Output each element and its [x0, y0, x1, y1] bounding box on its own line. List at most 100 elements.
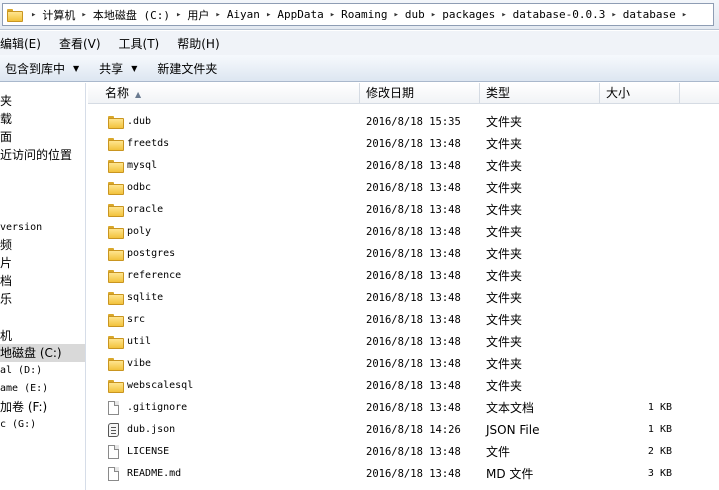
breadcrumb-item[interactable]: ▸ 用户: [170, 7, 209, 23]
file-row[interactable]: sqlite 2016/8/18 13:48 文件夹: [88, 287, 719, 309]
file-row[interactable]: webscalesql 2016/8/18 13:48 文件夹: [88, 375, 719, 397]
folder-icon: [108, 292, 124, 305]
file-modified-date: 2016/8/18 13:48: [366, 160, 461, 172]
column-header-date[interactable]: 修改日期: [360, 83, 480, 104]
breadcrumb: ▸ 计算机 ▸ 本地磁盘 (C:) ▸ 用户 ▸ Aiyan ▸ AppData ▸ Roaming ▸…: [25, 7, 693, 23]
chevron-right-icon[interactable]: ▸: [31, 10, 36, 20]
chevron-right-icon[interactable]: ▸: [611, 10, 616, 20]
include-in-library-label: 包含到库中: [5, 61, 66, 76]
breadcrumb-item[interactable]: ▸ packages: [425, 8, 495, 21]
file-modified-date: 2016/8/18 13:48: [366, 182, 461, 194]
folder-icon: [108, 226, 124, 239]
file-row[interactable]: .dub 2016/8/18 15:35 文件夹: [88, 111, 719, 133]
file-modified-date: 2016/8/18 13:48: [366, 292, 461, 304]
breadcrumb-item[interactable]: ▸ database: [605, 8, 675, 21]
file-modified-date: 2016/8/18 13:48: [366, 314, 461, 326]
nav-item-drive-e[interactable]: ame (E:): [0, 380, 48, 398]
chevron-right-icon[interactable]: ▸: [394, 10, 399, 20]
chevron-right-icon[interactable]: ▸: [431, 10, 436, 20]
breadcrumb-label: 计算机: [42, 8, 76, 22]
file-modified-date: 2016/8/18 13:48: [366, 380, 461, 392]
file-size: [600, 265, 672, 287]
menu-view[interactable]: 查看(V): [59, 35, 101, 52]
column-header-type[interactable]: 类型: [480, 83, 600, 104]
nav-item-pictures[interactable]: 片: [0, 254, 12, 272]
chevron-right-icon[interactable]: ▸: [81, 10, 86, 20]
menu-tools[interactable]: 工具(T): [119, 35, 160, 52]
file-name: freetds: [127, 138, 170, 149]
nav-item-drive-g[interactable]: c (G:): [0, 416, 36, 434]
file-size: 2 KB: [647, 446, 672, 457]
chevron-right-icon[interactable]: ▸: [215, 10, 220, 20]
file-row[interactable]: reference 2016/8/18 13:48 文件夹: [88, 265, 719, 287]
nav-item-videos[interactable]: 频: [0, 236, 12, 254]
include-in-library-button[interactable]: 包含到库中 ▼: [5, 60, 79, 77]
breadcrumb-item[interactable]: ▸ AppData: [260, 8, 324, 21]
file-list[interactable]: 名称 ▲ 修改日期 类型 大小 .dub 2016/8/18 15:35 文件夹 fre…: [88, 83, 719, 490]
nav-item-subversion[interactable]: version: [0, 219, 42, 237]
file-row[interactable]: src 2016/8/18 13:48 文件夹: [88, 309, 719, 331]
file-modified-date: 2016/8/18 14:26: [366, 424, 461, 436]
file-name: mysql: [127, 160, 158, 171]
file-row[interactable]: dub.json 2016/8/18 14:26 JSON File 1 KB: [88, 419, 719, 441]
folder-icon: [7, 9, 23, 22]
navigation-pane[interactable]: 夹 载 面 近访问的位置 version 频 片 档 乐 机 地磁盘 (C:) …: [0, 83, 86, 490]
breadcrumb-label: 用户: [187, 8, 210, 22]
file-row[interactable]: util 2016/8/18 13:48 文件夹: [88, 331, 719, 353]
breadcrumb-label: dub: [404, 8, 425, 21]
breadcrumb-item[interactable]: ▸ dub: [388, 8, 425, 21]
chevron-right-icon[interactable]: ▸: [330, 10, 335, 20]
share-button[interactable]: 共享 ▼: [99, 60, 137, 77]
file-row[interactable]: odbc 2016/8/18 13:48 文件夹: [88, 177, 719, 199]
breadcrumb-label: database: [622, 8, 676, 21]
column-header-name[interactable]: 名称 ▲: [88, 83, 360, 104]
file-row[interactable]: mysql 2016/8/18 13:48 文件夹: [88, 155, 719, 177]
file-row[interactable]: poly 2016/8/18 13:48 文件夹: [88, 221, 719, 243]
address-bar[interactable]: ▸ 计算机 ▸ 本地磁盘 (C:) ▸ 用户 ▸ Aiyan ▸ AppData ▸ Roaming ▸…: [2, 3, 714, 26]
file-row[interactable]: oracle 2016/8/18 13:48 文件夹: [88, 199, 719, 221]
file-name: postgres: [127, 248, 176, 259]
breadcrumb-label: Aiyan: [226, 8, 260, 21]
file-row[interactable]: freetds 2016/8/18 13:48 文件夹: [88, 133, 719, 155]
file-modified-date: 2016/8/18 13:48: [366, 468, 461, 480]
breadcrumb-item[interactable]: ▸ 计算机: [25, 7, 75, 23]
file-modified-date: 2016/8/18 13:48: [366, 402, 461, 414]
file-type: 文件夹: [486, 225, 523, 239]
nav-item-computer[interactable]: 机: [0, 327, 12, 345]
file-row[interactable]: .gitignore 2016/8/18 13:48 文本文档 1 KB: [88, 397, 719, 419]
file-row[interactable]: README.md 2016/8/18 13:48 MD 文件 3 KB: [88, 463, 719, 485]
nav-item-desktop[interactable]: 面: [0, 128, 12, 146]
file-type: 文件: [486, 445, 511, 459]
nav-item-documents[interactable]: 档: [0, 272, 12, 290]
nav-item-drive-f[interactable]: 加卷 (F:): [0, 398, 47, 416]
file-row[interactable]: LICENSE 2016/8/18 13:48 文件 2 KB: [88, 441, 719, 463]
breadcrumb-item[interactable]: ▸ database-0.0.3: [495, 8, 605, 21]
breadcrumb-item[interactable]: ▸ Roaming: [324, 8, 388, 21]
sort-ascending-icon: ▲: [135, 90, 142, 99]
breadcrumb-end-chevron[interactable]: ▸: [676, 10, 693, 20]
menu-edit[interactable]: 编辑(E): [0, 35, 41, 52]
nav-item-drive-d[interactable]: al (D:): [0, 362, 42, 380]
new-folder-button[interactable]: 新建文件夹: [157, 60, 217, 77]
chevron-right-icon[interactable]: ▸: [501, 10, 506, 20]
folder-icon: [108, 270, 124, 283]
breadcrumb-item[interactable]: ▸ 本地磁盘 (C:): [75, 7, 170, 23]
chevron-down-icon: ▼: [131, 63, 138, 73]
chevron-right-icon[interactable]: ▸: [266, 10, 271, 20]
file-name: vibe: [127, 358, 152, 369]
nav-item-downloads[interactable]: 载: [0, 110, 12, 128]
column-header-size[interactable]: 大小: [600, 83, 680, 104]
file-type: 文件夹: [486, 159, 523, 173]
file-size: [600, 155, 672, 177]
nav-item-music[interactable]: 乐: [0, 290, 12, 308]
file-row[interactable]: postgres 2016/8/18 13:48 文件夹: [88, 243, 719, 265]
nav-item-recent-places[interactable]: 近访问的位置: [0, 146, 72, 164]
command-bar: 包含到库中 ▼ 共享 ▼ 新建文件夹: [0, 55, 719, 82]
breadcrumb-item[interactable]: ▸ Aiyan: [209, 8, 260, 21]
menu-help[interactable]: 帮助(H): [177, 35, 219, 52]
json-file-icon: [108, 423, 119, 437]
nav-item-favorites[interactable]: 夹: [0, 92, 12, 110]
nav-item-drive-c[interactable]: 地磁盘 (C:): [0, 344, 85, 362]
chevron-right-icon[interactable]: ▸: [176, 10, 181, 20]
file-row[interactable]: vibe 2016/8/18 13:48 文件夹: [88, 353, 719, 375]
